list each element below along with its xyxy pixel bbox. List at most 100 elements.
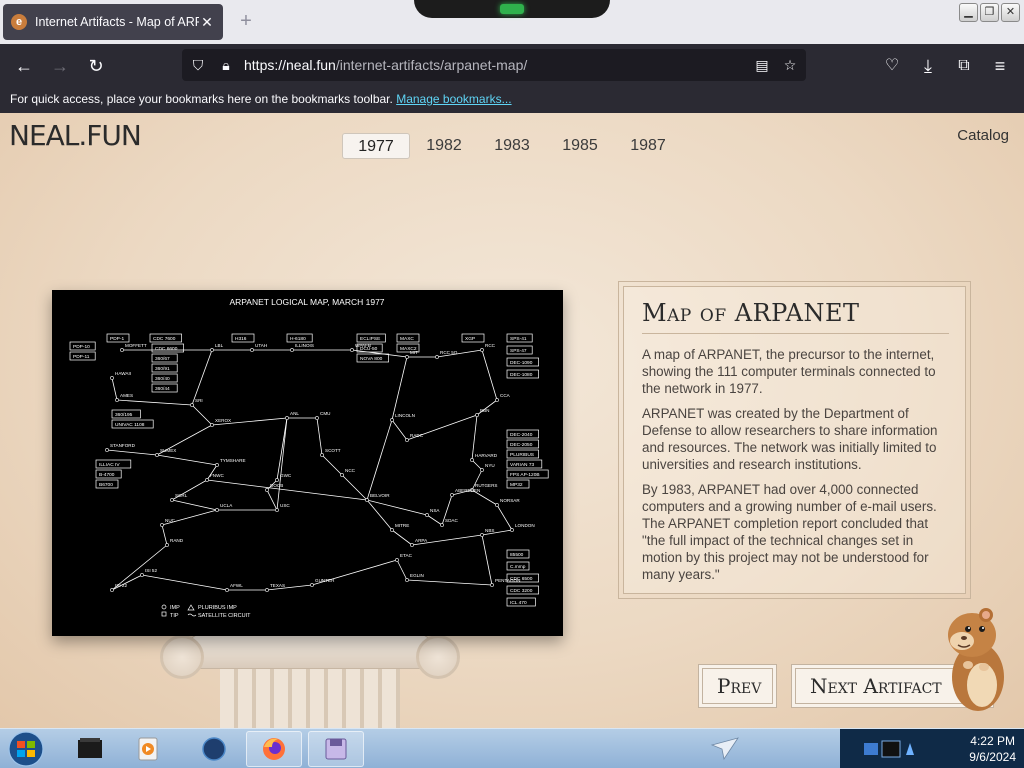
- map-site-label: SCOTT: [325, 448, 341, 453]
- year-tab-1977[interactable]: 1977: [342, 133, 410, 159]
- bookmark-star-icon[interactable]: ☆: [780, 55, 800, 75]
- lock-icon[interactable]: 🔒︎: [216, 55, 236, 75]
- map-site-label: NBS: [485, 528, 494, 533]
- map-node-icon: [490, 583, 494, 587]
- year-tab-1987[interactable]: 1987: [614, 133, 682, 159]
- map-host-label: CDC 7600: [153, 336, 176, 342]
- info-card-inner: Map of ARPANET A map of ARPANET, the pre…: [623, 286, 966, 594]
- forward-icon[interactable]: →: [46, 52, 74, 80]
- taskbar-firefox[interactable]: [246, 731, 302, 767]
- map-site-label: DOCB: [270, 483, 283, 488]
- clock-date: 9/6/2024: [969, 750, 1016, 764]
- map-node-icon: [110, 376, 114, 380]
- system-tray: 4:22 PM 9/6/2024: [840, 729, 1024, 768]
- map-site-label: USC: [280, 503, 290, 508]
- address-bar[interactable]: ⛉ 🔒︎ https://neal.fun/internet-artifacts…: [182, 49, 806, 81]
- prev-button[interactable]: Prev: [698, 664, 777, 708]
- artifact-paragraph-1: A map of ARPANET, the precursor to the i…: [642, 347, 936, 396]
- new-tab-icon[interactable]: +: [234, 9, 258, 33]
- map-site-label: NYU: [485, 463, 495, 468]
- pocket-icon[interactable]: ♡: [878, 52, 906, 80]
- menu-icon[interactable]: ≡: [986, 52, 1014, 80]
- url-text[interactable]: https://neal.fun/internet-artifacts/arpa…: [244, 57, 527, 73]
- close-window-icon[interactable]: ✕: [1001, 3, 1020, 22]
- downloads-icon[interactable]: ⤓: [914, 52, 942, 80]
- map-host-label: DEC-2040: [510, 432, 533, 438]
- minimize-icon[interactable]: ▁: [959, 3, 978, 22]
- site-logo[interactable]: NEAL.FUN: [9, 119, 142, 152]
- tray-icons[interactable]: [862, 737, 918, 761]
- map-node-icon: [290, 348, 294, 352]
- back-icon[interactable]: ←: [10, 52, 38, 80]
- year-tabs: 1977 1982 1983 1985 1987: [342, 133, 682, 159]
- taskbar-clock[interactable]: 4:22 PM 9/6/2024: [969, 733, 1016, 765]
- year-tab-1982[interactable]: 1982: [410, 133, 478, 159]
- bookmarks-toolbar: For quick access, place your bookmarks h…: [0, 86, 1024, 113]
- taskbar-app-icon-5[interactable]: [308, 731, 364, 767]
- map-host-label: CDC 3200: [510, 588, 533, 594]
- map-host-label: FPS AP-120B: [510, 472, 540, 478]
- map-node-icon: [410, 543, 414, 547]
- manage-bookmarks-link[interactable]: Manage bookmarks...: [396, 92, 511, 106]
- map-site-label: ISI 52: [145, 568, 157, 573]
- map-host-label: 360/44: [155, 386, 170, 392]
- map-host-label: SPS-47: [510, 348, 527, 354]
- map-link: [191, 404, 213, 426]
- map-node-icon: [110, 588, 114, 592]
- bookmarks-prompt: For quick access, place your bookmarks h…: [10, 92, 393, 106]
- taskbar-app-icon-2[interactable]: [120, 731, 176, 767]
- map-node-icon: [275, 508, 279, 512]
- map-host-label: 360/67: [155, 356, 170, 362]
- map-node-icon: [170, 498, 174, 502]
- map-node-icon: [105, 448, 109, 452]
- artifact-title: Map of ARPANET: [642, 299, 949, 334]
- map-node-icon: [435, 355, 439, 359]
- map-node-icon: [405, 355, 409, 359]
- map-host-label: 360/40: [155, 376, 170, 382]
- hamster-mascot-icon[interactable]: [940, 605, 1010, 713]
- windows-start-icon[interactable]: [4, 730, 48, 768]
- catalog-link[interactable]: Catalog: [957, 127, 1009, 144]
- map-node-icon: [225, 588, 229, 592]
- pedestal-capital: [180, 631, 440, 669]
- close-tab-icon[interactable]: ✕: [199, 14, 215, 31]
- map-site-label: SDAC: [445, 518, 458, 523]
- year-tab-1983[interactable]: 1983: [478, 133, 546, 159]
- reload-icon[interactable]: ↻: [82, 52, 110, 80]
- maximize-icon[interactable]: ❐: [980, 3, 999, 22]
- taskbar-app-icon-3[interactable]: [186, 731, 242, 767]
- map-node-icon: [155, 453, 159, 457]
- legend-imp: IMP: [170, 605, 180, 611]
- map-link: [111, 377, 118, 401]
- map-site-label: RCC: [485, 343, 496, 348]
- map-link: [396, 559, 408, 581]
- map-link: [481, 534, 493, 586]
- os-taskbar: 4:22 PM 9/6/2024: [0, 728, 1024, 768]
- tab-arpanet[interactable]: e Internet Artifacts - Map of ARPANET ✕: [3, 4, 223, 40]
- map-node-icon: [405, 578, 409, 582]
- map-node-icon: [160, 523, 164, 527]
- map-site-label: LINCOLN: [395, 413, 415, 418]
- map-host-label: DEC-1090: [510, 360, 533, 366]
- map-host-label: CDC 6600: [155, 346, 178, 352]
- taskbar-app-icon-1[interactable]: [62, 731, 118, 767]
- map-link: [156, 454, 218, 466]
- map-node-icon: [285, 416, 289, 420]
- map-site-label: AMES: [120, 393, 133, 398]
- map-link: [106, 449, 158, 456]
- map-title: ARPANET LOGICAL MAP, MARCH 1977: [229, 297, 384, 307]
- map-host-label: 360/91: [155, 366, 170, 372]
- prev-button-label: Prev: [702, 668, 773, 704]
- map-site-label: BBN: [480, 408, 489, 413]
- extensions-icon[interactable]: ⧉: [950, 52, 978, 80]
- map-site-label: LONDON: [515, 523, 535, 528]
- map-host-label: UNIVAC 1108: [115, 422, 145, 428]
- year-tab-1985[interactable]: 1985: [546, 133, 614, 159]
- map-site-label: PENTAGON: [495, 578, 520, 583]
- shield-icon[interactable]: ⛉: [188, 55, 208, 75]
- reader-view-icon[interactable]: ▤: [752, 55, 772, 75]
- map-host-label: B-4700: [99, 472, 115, 478]
- map-node-icon: [450, 493, 454, 497]
- map-link: [391, 529, 413, 546]
- map-link: [471, 459, 483, 471]
